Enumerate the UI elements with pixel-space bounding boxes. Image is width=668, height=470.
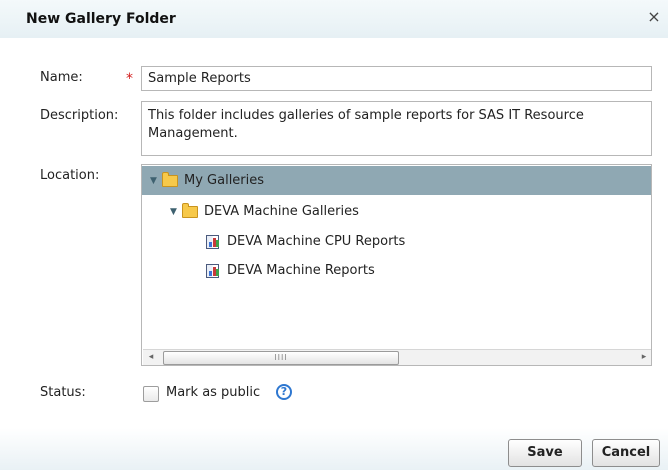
location-label: Location: bbox=[40, 168, 100, 183]
scroll-right-icon[interactable]: ▸ bbox=[636, 350, 651, 365]
tree-item-label: DEVA Machine CPU Reports bbox=[227, 234, 406, 249]
close-icon[interactable]: × bbox=[646, 8, 662, 26]
folder-icon bbox=[182, 202, 198, 218]
cancel-button[interactable]: Cancel bbox=[592, 439, 660, 467]
description-label: Description: bbox=[40, 108, 119, 123]
folder-icon bbox=[162, 171, 178, 187]
save-button[interactable]: Save bbox=[508, 439, 582, 467]
dialog-titlebar: New Gallery Folder × bbox=[0, 0, 668, 38]
tree-item-deva-machine-galleries[interactable]: ▼ DEVA Machine Galleries bbox=[142, 197, 651, 226]
location-tree[interactable]: ▼ My Galleries ▼ DEVA Machine Galleries … bbox=[141, 164, 652, 366]
scrollbar-thumb[interactable]: IIII bbox=[163, 351, 399, 365]
status-label: Status: bbox=[40, 385, 86, 400]
triangle-down-icon[interactable]: ▼ bbox=[150, 176, 160, 186]
report-gallery-icon bbox=[206, 234, 219, 249]
name-label: Name: bbox=[40, 70, 83, 85]
help-icon[interactable]: ? bbox=[276, 384, 292, 400]
tree-item-label: DEVA Machine Galleries bbox=[204, 204, 359, 219]
mark-as-public-checkbox[interactable] bbox=[143, 386, 159, 402]
tree-item-label: DEVA Machine Reports bbox=[227, 263, 375, 278]
description-textarea[interactable]: This folder includes galleries of sample… bbox=[141, 101, 652, 156]
dialog-title: New Gallery Folder bbox=[26, 11, 176, 27]
tree-item-my-galleries[interactable]: ▼ My Galleries bbox=[142, 166, 651, 195]
tree-item-label: My Galleries bbox=[184, 173, 265, 188]
mark-as-public-label[interactable]: Mark as public bbox=[166, 385, 260, 400]
tree-item-deva-machine-reports[interactable]: DEVA Machine Reports bbox=[142, 256, 651, 285]
tree-item-deva-machine-cpu-reports[interactable]: DEVA Machine CPU Reports bbox=[142, 227, 651, 256]
scroll-left-icon[interactable]: ◂ bbox=[143, 350, 159, 365]
horizontal-scrollbar[interactable]: ◂ IIII ▸ bbox=[143, 349, 651, 365]
name-input[interactable] bbox=[141, 66, 652, 91]
triangle-down-icon[interactable]: ▼ bbox=[170, 207, 180, 217]
report-gallery-icon bbox=[206, 263, 219, 278]
required-marker: * bbox=[126, 71, 133, 87]
